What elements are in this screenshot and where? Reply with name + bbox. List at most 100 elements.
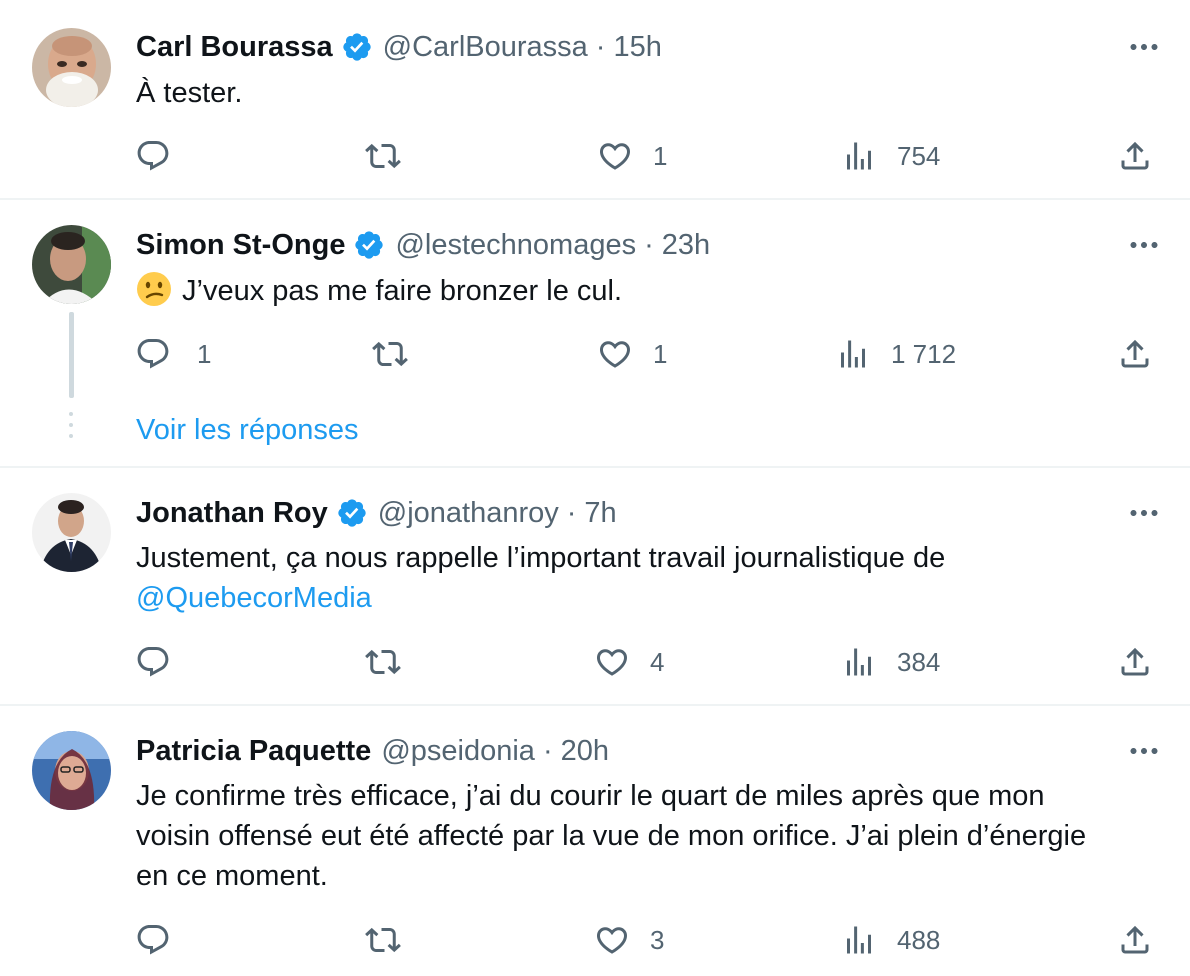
views-button[interactable]: 488	[841, 918, 940, 962]
action-bar: 3 488	[0, 918, 1190, 962]
tweet-header: Jonathan Roy @jonathanroy · 7h	[136, 493, 617, 533]
share-icon	[1117, 138, 1153, 174]
retweet-icon	[372, 336, 408, 372]
handle[interactable]: @pseidonia	[381, 735, 535, 768]
tweet-header: Patricia Paquette @pseidonia · 20h	[136, 731, 609, 771]
separator: ·	[644, 228, 654, 261]
share-button[interactable]	[1117, 332, 1153, 376]
retweet-button[interactable]	[372, 332, 408, 376]
views-button[interactable]: 1 712	[835, 332, 956, 376]
like-button[interactable]: 1	[597, 332, 667, 376]
display-name[interactable]: Simon St-Onge	[136, 229, 345, 262]
tweet[interactable]: Simon St-Onge @lestechnomages · 23h J’ve…	[0, 200, 1190, 466]
like-button[interactable]: 4	[594, 640, 664, 684]
views-button[interactable]: 384	[841, 640, 940, 684]
timestamp[interactable]: 23h	[662, 229, 710, 262]
like-count: 4	[650, 646, 665, 677]
tweet[interactable]: Patricia Paquette @pseidonia · 20h Je co…	[0, 706, 1190, 976]
like-icon	[594, 644, 630, 680]
like-icon	[597, 336, 633, 372]
reply-count: 1	[197, 338, 212, 369]
share-button[interactable]	[1117, 640, 1153, 684]
handle[interactable]: @jonathanroy	[378, 497, 559, 530]
share-button[interactable]	[1117, 918, 1153, 962]
timestamp[interactable]: 15h	[613, 31, 661, 64]
views-icon	[841, 644, 877, 680]
confused-face-icon	[137, 272, 171, 306]
show-replies-link[interactable]: Voir les réponses	[136, 414, 358, 447]
reply-button[interactable]	[135, 640, 171, 684]
reply-button[interactable]	[135, 134, 171, 178]
avatar[interactable]	[32, 225, 111, 304]
display-name[interactable]: Patricia Paquette	[136, 735, 371, 768]
tweet-header: Carl Bourassa @CarlBourassa · 15h	[136, 27, 662, 67]
thread-dots	[69, 412, 74, 445]
mention-link[interactable]: @QuebecorMedia	[136, 578, 1166, 618]
view-count: 1 712	[891, 338, 957, 369]
tweet-text-line: en ce moment.	[136, 860, 328, 892]
retweet-button[interactable]	[365, 134, 401, 178]
tweet-text-content: J’veux pas me faire bronzer le cul.	[182, 275, 623, 307]
tweet-text: J’veux pas me faire bronzer le cul.	[136, 271, 1166, 311]
like-icon	[594, 922, 630, 958]
like-button[interactable]: 1	[597, 134, 667, 178]
action-bar: 1 1 1 712	[0, 332, 1190, 376]
share-icon	[1117, 922, 1153, 958]
views-icon	[835, 336, 871, 372]
retweet-icon	[365, 922, 401, 958]
verified-badge-icon	[353, 229, 385, 261]
verified-badge-icon	[341, 31, 373, 63]
separator: ·	[542, 734, 553, 767]
tweet-text: Justement, ça nous rappelle l’important …	[136, 538, 1166, 618]
share-icon	[1117, 644, 1153, 680]
more-icon[interactable]	[1126, 733, 1162, 769]
tweet-text: À tester.	[136, 77, 243, 109]
reply-button[interactable]: 1	[135, 332, 211, 376]
avatar[interactable]	[32, 493, 111, 572]
reply-icon	[135, 922, 171, 958]
tweet-text-line: Je confirme très efficace, j’ai du couri…	[136, 780, 1045, 812]
tweet-text: Je confirme très efficace, j’ai du couri…	[136, 776, 1166, 896]
retweet-button[interactable]	[365, 640, 401, 684]
like-count: 1	[653, 338, 668, 369]
views-icon	[841, 138, 877, 174]
tweet[interactable]: Jonathan Roy @jonathanroy · 7h Justement…	[0, 468, 1190, 704]
tweet-text-line: voisin offensé eut été affecté par la vu…	[136, 820, 1087, 852]
display-name[interactable]: Jonathan Roy	[136, 497, 328, 530]
view-count: 384	[897, 646, 941, 677]
like-count: 1	[653, 140, 668, 171]
separator: ·	[566, 496, 577, 529]
like-button[interactable]: 3	[594, 918, 664, 962]
more-icon[interactable]	[1126, 29, 1162, 65]
views-icon	[841, 922, 877, 958]
like-icon	[597, 138, 633, 174]
view-count: 488	[897, 924, 941, 955]
tweet-text-line: Justement, ça nous rappelle l’important …	[136, 542, 946, 574]
more-icon[interactable]	[1126, 495, 1162, 531]
share-icon	[1117, 336, 1153, 372]
share-button[interactable]	[1117, 134, 1153, 178]
action-bar: 1 754	[0, 134, 1190, 178]
handle[interactable]: @CarlBourassa	[383, 31, 588, 64]
views-button[interactable]: 754	[841, 134, 940, 178]
timestamp[interactable]: 20h	[561, 735, 609, 768]
verified-badge-icon	[336, 497, 368, 529]
avatar[interactable]	[32, 731, 111, 810]
reply-icon	[135, 336, 171, 372]
view-count: 754	[897, 140, 941, 171]
tweet[interactable]: Carl Bourassa @CarlBourassa · 15h À test…	[0, 0, 1190, 198]
reply-button[interactable]	[135, 918, 171, 962]
tweet-header: Simon St-Onge @lestechnomages · 23h	[136, 225, 710, 265]
retweet-button[interactable]	[365, 918, 401, 962]
retweet-icon	[365, 138, 401, 174]
retweet-icon	[365, 644, 401, 680]
reply-icon	[135, 644, 171, 680]
like-count: 3	[650, 924, 665, 955]
action-bar: 4 384	[0, 640, 1190, 684]
avatar[interactable]	[32, 28, 111, 107]
timestamp[interactable]: 7h	[584, 497, 616, 530]
handle[interactable]: @lestechnomages	[395, 229, 636, 262]
more-icon[interactable]	[1126, 227, 1162, 263]
reply-icon	[135, 138, 171, 174]
display-name[interactable]: Carl Bourassa	[136, 31, 333, 64]
